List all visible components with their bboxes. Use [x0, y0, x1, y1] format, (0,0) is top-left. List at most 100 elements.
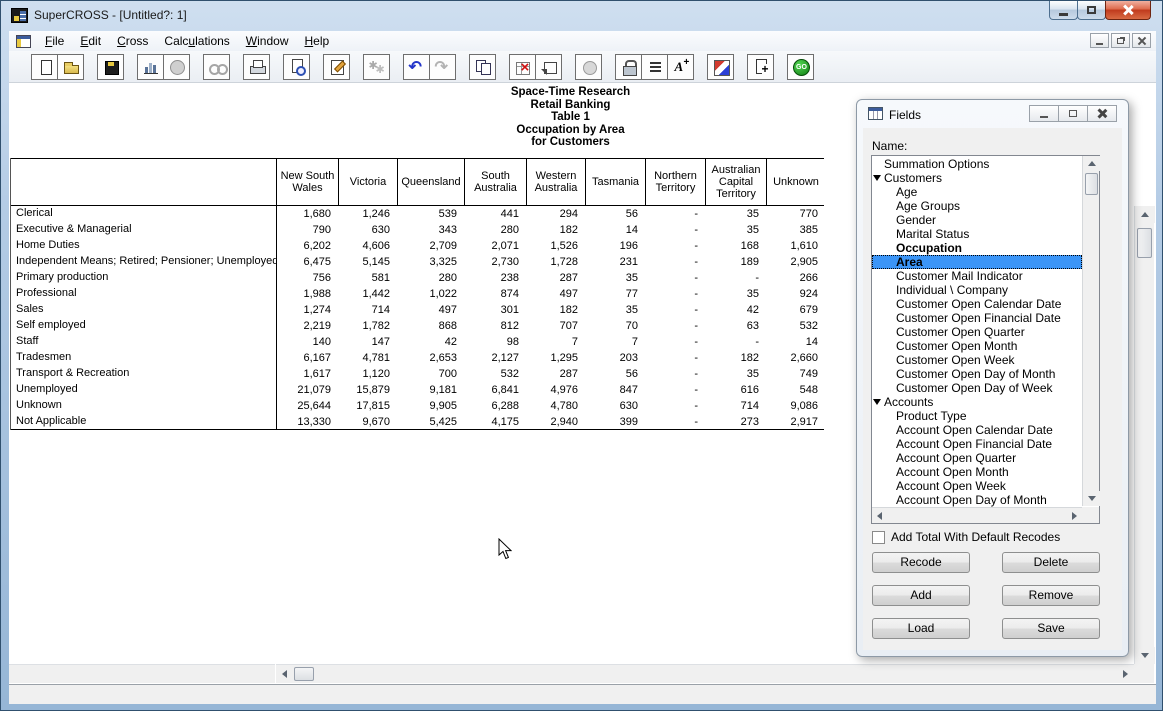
add-document-button[interactable]	[747, 54, 774, 80]
table-cell[interactable]: 714	[705, 400, 766, 412]
table-cell[interactable]: 280	[397, 272, 464, 284]
table-cell[interactable]: 287	[526, 272, 585, 284]
table-cell[interactable]: 6,475	[277, 256, 338, 268]
table-cell[interactable]: 1,728	[526, 256, 585, 268]
table-cell[interactable]: 266	[766, 272, 825, 284]
field-item-age-groups[interactable]: Age Groups	[872, 199, 1082, 213]
table-cell[interactable]: 3,325	[397, 256, 464, 268]
table-cell[interactable]: 182	[705, 352, 766, 364]
table-cell[interactable]: 273	[705, 416, 766, 428]
add-button[interactable]: Add	[872, 585, 970, 606]
field-list-button[interactable]	[641, 54, 668, 80]
table-cell[interactable]: 35	[705, 208, 766, 220]
table-cell[interactable]: 203	[585, 352, 645, 364]
vertical-scrollbar[interactable]	[1134, 206, 1154, 664]
row-label[interactable]: Self employed	[11, 318, 277, 334]
column-header-australian-capital-territory[interactable]: Australian Capital Territory	[705, 159, 766, 205]
table-cell[interactable]: 168	[705, 240, 766, 252]
table-cell[interactable]: 399	[585, 416, 645, 428]
table-cell[interactable]: 700	[397, 368, 464, 380]
field-item-area[interactable]: Area	[872, 255, 1082, 269]
save-button[interactable]: Save	[1002, 618, 1100, 639]
load-button[interactable]: Load	[872, 618, 970, 639]
open-folder-button[interactable]	[57, 54, 84, 80]
field-item-occupation[interactable]: Occupation	[872, 241, 1082, 255]
table-cell[interactable]: 140	[277, 336, 338, 348]
delete-table-button[interactable]	[509, 54, 536, 80]
document-system-icon[interactable]	[16, 35, 31, 48]
table-cell[interactable]: 1,680	[277, 208, 338, 220]
table-cell[interactable]: 6,288	[464, 400, 526, 412]
horizontal-scroll-thumb[interactable]	[294, 667, 314, 681]
column-header-new-south-wales[interactable]: New South Wales	[277, 159, 338, 205]
column-header-queensland[interactable]: Queensland	[397, 159, 464, 205]
table-cell[interactable]: -	[645, 352, 705, 364]
table-cell[interactable]: 707	[526, 320, 585, 332]
table-cell[interactable]: 182	[526, 304, 585, 316]
table-cell[interactable]: -	[705, 272, 766, 284]
row-label[interactable]: Independent Means; Retired; Pensioner; U…	[11, 254, 277, 270]
table-cell[interactable]: 5,425	[397, 416, 464, 428]
field-item-account-open-month[interactable]: Account Open Month	[872, 465, 1082, 479]
new-document-button[interactable]	[31, 54, 58, 80]
table-cell[interactable]: 1,274	[277, 304, 338, 316]
table-cell[interactable]: 35	[585, 272, 645, 284]
table-cell[interactable]: 1,782	[338, 320, 397, 332]
table-cell[interactable]: 924	[766, 288, 825, 300]
field-item-account-open-week[interactable]: Account Open Week	[872, 479, 1082, 493]
table-cell[interactable]: -	[645, 288, 705, 300]
scroll-down-button[interactable]	[1135, 647, 1155, 664]
table-cell[interactable]: 812	[464, 320, 526, 332]
field-item-marital-status[interactable]: Marital Status	[872, 227, 1082, 241]
redo-button[interactable]	[429, 54, 456, 80]
table-cell[interactable]: 4,606	[338, 240, 397, 252]
table-cell[interactable]: 21,079	[277, 384, 338, 396]
expanded-arrow-icon[interactable]	[873, 399, 881, 405]
row-label[interactable]: Executive & Managerial	[11, 222, 277, 238]
table-cell[interactable]: 868	[397, 320, 464, 332]
column-header-northern-territory[interactable]: Northern Territory	[645, 159, 705, 205]
stub-cell[interactable]	[11, 159, 277, 205]
table-cell[interactable]: 280	[464, 224, 526, 236]
row-label[interactable]: Unknown	[11, 398, 277, 414]
table-cell[interactable]: 42	[397, 336, 464, 348]
find-button[interactable]	[203, 54, 230, 80]
field-item-customer-open-day-of-week[interactable]: Customer Open Day of Week	[872, 381, 1082, 395]
table-cell[interactable]: 714	[338, 304, 397, 316]
remove-button[interactable]: Remove	[1002, 585, 1100, 606]
table-cell[interactable]: 35	[585, 304, 645, 316]
list-scroll-right-button[interactable]	[1067, 508, 1082, 523]
table-cell[interactable]: 548	[766, 384, 825, 396]
list-scroll-down-button[interactable]	[1083, 491, 1100, 506]
field-item-product-type[interactable]: Product Type	[872, 409, 1082, 423]
mdi-restore-button[interactable]	[1111, 33, 1130, 48]
table-cell[interactable]: 9,905	[397, 400, 464, 412]
table-cell[interactable]: 630	[585, 400, 645, 412]
delete-button[interactable]: Delete	[1002, 552, 1100, 573]
field-item-customer-open-calendar-date[interactable]: Customer Open Calendar Date	[872, 297, 1082, 311]
field-item-individual-company[interactable]: Individual \ Company	[872, 283, 1082, 297]
table-cell[interactable]: 35	[705, 368, 766, 380]
table-cell[interactable]: 343	[397, 224, 464, 236]
menu-help[interactable]: Help	[296, 32, 337, 50]
table-cell[interactable]: 196	[585, 240, 645, 252]
table-cell[interactable]: 2,127	[464, 352, 526, 364]
table-cell[interactable]: 294	[526, 208, 585, 220]
row-label[interactable]: Tradesmen	[11, 350, 277, 366]
table-cell[interactable]: 616	[705, 384, 766, 396]
table-cell[interactable]: 497	[397, 304, 464, 316]
menu-file[interactable]: File	[37, 32, 72, 50]
table-cell[interactable]: 35	[705, 224, 766, 236]
table-cell[interactable]: 1,442	[338, 288, 397, 300]
field-item-account-open-financial-date[interactable]: Account Open Financial Date	[872, 437, 1082, 451]
vertical-scroll-thumb[interactable]	[1137, 228, 1152, 258]
table-cell[interactable]: 385	[766, 224, 825, 236]
horizontal-scrollbar[interactable]	[276, 664, 1134, 683]
dialog-minimize-button[interactable]	[1029, 105, 1059, 122]
table-cell[interactable]: -	[645, 368, 705, 380]
table-cell[interactable]: 13,330	[277, 416, 338, 428]
table-cell[interactable]: 1,526	[526, 240, 585, 252]
row-label[interactable]: Transport & Recreation	[11, 366, 277, 382]
go-button[interactable]	[787, 54, 814, 80]
field-item-customer-mail-indicator[interactable]: Customer Mail Indicator	[872, 269, 1082, 283]
